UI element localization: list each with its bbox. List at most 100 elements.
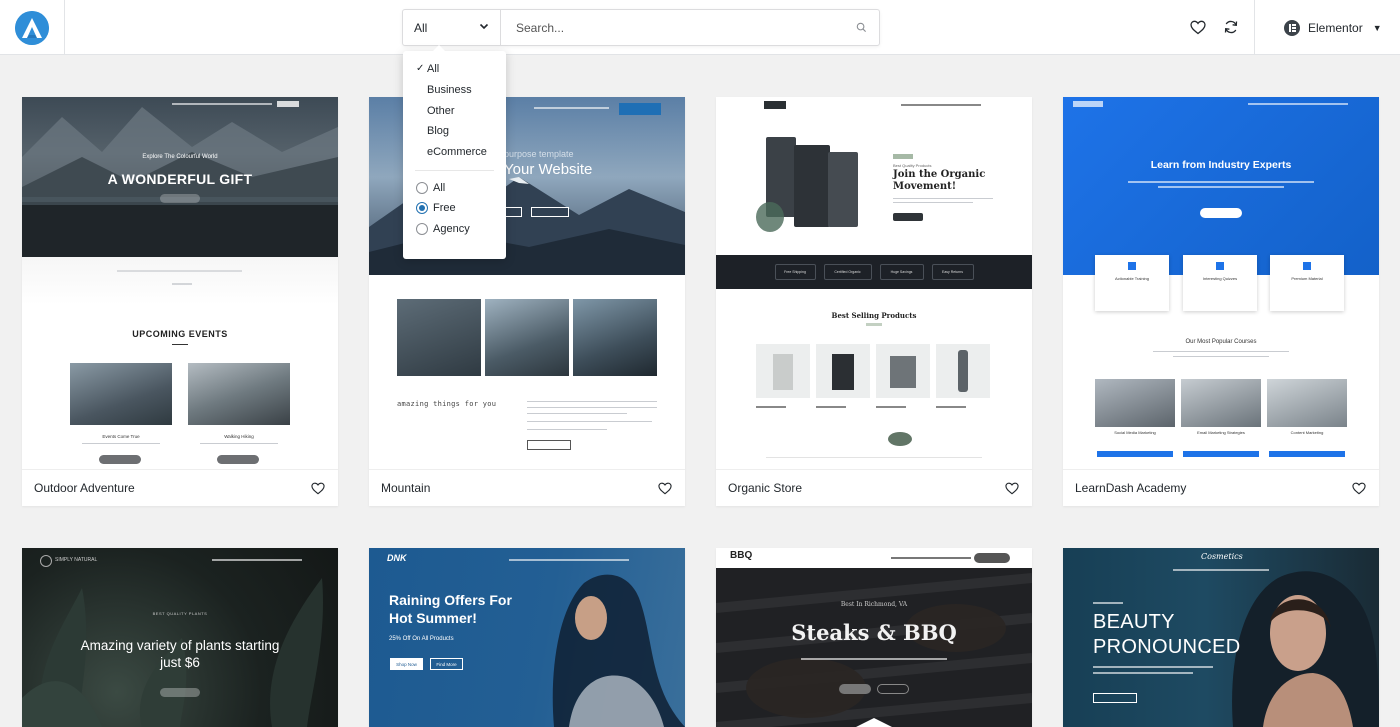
template-name: Outdoor Adventure (34, 481, 135, 495)
event-image (70, 363, 172, 425)
category-filter-dropdown: ✓ All Business Other Blog eCommerce All … (403, 45, 506, 259)
hero-kicker: purpose template (504, 149, 574, 159)
favorite-heart-icon[interactable] (1351, 480, 1367, 496)
top-bar: All Elementor ▼ (0, 0, 1400, 55)
template-name: Mountain (381, 481, 431, 495)
gallery-image (573, 299, 657, 376)
dropdown-category-blog[interactable]: Blog (403, 121, 506, 142)
feature-box: Premium Material (1270, 255, 1344, 311)
event-image (188, 363, 290, 425)
hero-section: Learn from Industry Experts (1063, 97, 1379, 275)
elementor-icon (1284, 20, 1300, 36)
hero-title: Learn from Industry Experts (1150, 159, 1292, 171)
hero-button (504, 207, 522, 217)
feature-badge: Huge Savings (879, 264, 924, 280)
hero-kicker: Explore The Colourful World (142, 154, 218, 160)
hero-button (531, 207, 569, 217)
search-input[interactable] (501, 10, 843, 45)
feature-badge: Free Shipping (774, 264, 816, 280)
search-icon[interactable] (843, 10, 879, 45)
events-section: UPCOMING EVENTS Events Come True Walking… (22, 305, 338, 469)
dropdown-type-free[interactable]: Free (403, 198, 506, 219)
template-card-simply-natural[interactable]: SIMPLY NATURAL BEST QUALITY PLANTS Amazi… (22, 548, 338, 727)
course-title: Email Marketing Strategies (1197, 430, 1245, 435)
dropdown-category-label: Business (427, 84, 472, 97)
find-more-button: Find More (430, 658, 463, 670)
brand-logo-icon (40, 555, 52, 567)
hero-kicker: BEST QUALITY PLANTS (152, 611, 208, 616)
hero-kicker: Best In Richmond, VA (840, 601, 908, 608)
favorites-heart-icon[interactable] (1189, 18, 1207, 36)
radio-button[interactable] (416, 223, 428, 236)
template-card-organic-store[interactable]: Best Quality Products Join the Organic M… (716, 97, 1032, 506)
hero-title: Join the Organic Movement! (893, 169, 986, 192)
favorite-heart-icon[interactable] (1004, 480, 1020, 496)
hero-button (160, 688, 200, 697)
brand-logo (1073, 101, 1103, 107)
nav-button (974, 553, 1010, 563)
dropdown-separator (415, 170, 494, 172)
template-thumbnail[interactable]: Learn from Industry Experts Actionable T… (1063, 97, 1379, 469)
template-caption: Mountain (369, 469, 685, 506)
category-filter-select[interactable]: All (403, 10, 501, 45)
brand-name: SIMPLY NATURAL (55, 557, 98, 563)
template-name: Organic Store (728, 481, 803, 495)
products-section: Best Selling Products (716, 289, 1032, 469)
dropdown-category-all[interactable]: ✓ All (403, 59, 506, 80)
template-card-outdoor-adventure[interactable]: Explore The Colourful World A WONDERFUL … (22, 97, 338, 506)
event-button (99, 455, 141, 464)
leaves-decoration (756, 202, 784, 232)
section-title: UPCOMING EVENTS (132, 329, 228, 339)
dropdown-type-agency[interactable]: Agency (403, 219, 506, 240)
refresh-icon[interactable] (1222, 18, 1240, 36)
astra-logo-icon[interactable] (15, 10, 49, 45)
content-section: Actionable Training Interesting Quizzes … (1063, 255, 1379, 469)
template-thumbnail[interactable]: Best Quality Products Join the Organic M… (716, 97, 1032, 469)
dropdown-category-other[interactable]: Other (403, 100, 506, 121)
template-thumbnail[interactable]: SIMPLY NATURAL BEST QUALITY PLANTS Amazi… (22, 548, 338, 727)
template-card-learndash-academy[interactable]: Learn from Industry Experts Actionable T… (1063, 97, 1379, 506)
template-caption: Outdoor Adventure (22, 469, 338, 506)
product-bag (828, 152, 858, 227)
caret-down-icon: ▼ (1372, 23, 1382, 33)
feature-box: Actionable Training (1095, 255, 1169, 311)
course-title: Content Marketing (1290, 430, 1324, 435)
intro-section (22, 257, 338, 305)
hero-title: A WONDERFUL GIFT (107, 171, 253, 187)
hero-section: Best Quality Products Join the Organic M… (716, 97, 1032, 255)
course-button (1269, 451, 1345, 457)
hero-title: BEAUTY PRONOUNCED (1093, 611, 1241, 658)
template-caption: Organic Store (716, 469, 1032, 506)
favorite-heart-icon[interactable] (310, 480, 326, 496)
dropdown-category-label: Other (427, 104, 455, 117)
template-thumbnail[interactable]: Explore The Colourful World A WONDERFUL … (22, 97, 338, 469)
template-thumbnail[interactable]: Cosmetics BEAUTY PRONOUNCED (1063, 548, 1379, 727)
page-builder-select[interactable]: Elementor ▼ (1284, 18, 1382, 38)
template-card-cosmetics[interactable]: Cosmetics BEAUTY PRONOUNCED (1063, 548, 1379, 727)
dropdown-category-business[interactable]: Business (403, 80, 506, 101)
logo-container[interactable] (0, 0, 65, 55)
dropdown-type-all[interactable]: All (403, 177, 506, 198)
template-thumbnail[interactable]: BBQ Best In Richmond, VA Steaks & BBQ (716, 548, 1032, 727)
feature-box: Interesting Quizzes (1183, 255, 1257, 311)
dropdown-type-label: Free (433, 202, 456, 215)
template-card-dnk[interactable]: DNK Raining Offers For Hot Summer! 25% O… (369, 548, 685, 727)
feature-badge: Certified Organic (823, 264, 872, 280)
hero-kicker: Best Quality Products (893, 163, 932, 168)
product-card (876, 344, 930, 398)
dropdown-type-label: All (433, 181, 446, 194)
hero-button (160, 194, 200, 203)
course-title: Social Media Marketing (1114, 430, 1156, 435)
event-title: Events Come True (102, 434, 140, 439)
radio-button[interactable] (416, 181, 428, 194)
template-thumbnail[interactable]: DNK Raining Offers For Hot Summer! 25% O… (369, 548, 685, 727)
template-card-bbq-place[interactable]: BBQ Best In Richmond, VA Steaks & BBQ (716, 548, 1032, 727)
radio-button-selected[interactable] (416, 202, 428, 215)
dropdown-category-label: Blog (427, 125, 450, 138)
template-caption: LearnDash Academy (1063, 469, 1379, 506)
favorite-heart-icon[interactable] (657, 480, 673, 496)
dropdown-category-ecommerce[interactable]: eCommerce (403, 142, 506, 163)
leaf-icon (893, 154, 913, 159)
checkmark-icon: ✓ (416, 63, 425, 74)
hero-title: Steaks & BBQ (791, 620, 957, 645)
